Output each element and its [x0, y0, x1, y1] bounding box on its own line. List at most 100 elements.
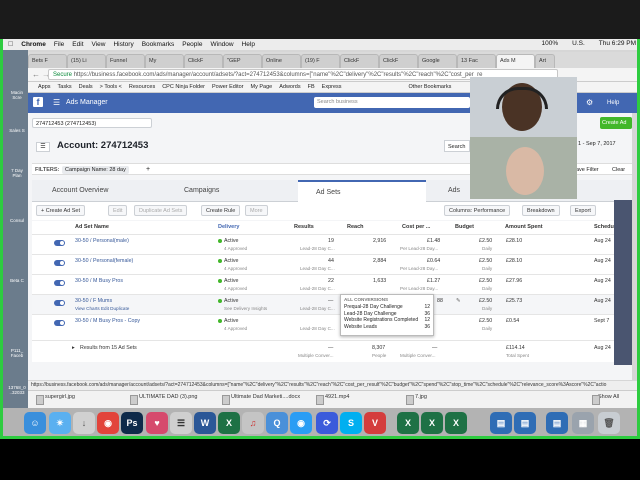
- safari-icon[interactable]: ✴: [49, 412, 71, 434]
- business-search-input[interactable]: Search business: [314, 97, 470, 108]
- lips-icon[interactable]: ♥: [146, 412, 168, 434]
- menu-icon[interactable]: ☰: [53, 98, 60, 107]
- browser-tab[interactable]: Funnel: [106, 54, 145, 68]
- browser-tab[interactable]: ClickF: [184, 54, 223, 68]
- download-item[interactable]: 4921.mp4: [316, 394, 349, 405]
- excel-file-icon[interactable]: X: [445, 412, 467, 434]
- ad-set-toggle[interactable]: [54, 260, 65, 266]
- app-icon[interactable]: V: [364, 412, 386, 434]
- col-header-schedule[interactable]: Schedu: [594, 224, 614, 230]
- delivery-insights-link[interactable]: See Delivery Insights: [224, 306, 267, 311]
- desktop-file[interactable]: Beta C: [8, 278, 26, 283]
- tab-ad-sets[interactable]: Ad Sets: [298, 180, 426, 202]
- apple-icon[interactable]: : [8, 41, 13, 48]
- word-icon[interactable]: W: [194, 412, 216, 434]
- ad-set-name[interactable]: 30-50 / F Mums: [75, 298, 112, 304]
- ad-set-name[interactable]: 30-50 / M Busy Pros - Copy: [75, 318, 140, 324]
- col-header-reach[interactable]: Reach: [347, 224, 364, 230]
- bookmark-item[interactable]: Express: [322, 84, 342, 90]
- col-header-cost-per-result[interactable]: Cost per ...: [402, 224, 430, 230]
- table-row[interactable]: 30-50 / Personal(male) Active 4 Approved…: [32, 234, 622, 254]
- add-filter-button[interactable]: +: [146, 166, 150, 173]
- menu-history[interactable]: History: [113, 41, 133, 48]
- menu-help[interactable]: Help: [242, 41, 255, 48]
- bookmark-item[interactable]: > Tools <: [100, 84, 122, 90]
- account-selector[interactable]: 274712453 (274712453): [32, 118, 152, 128]
- bookmark-item[interactable]: FB: [308, 84, 315, 90]
- help-link[interactable]: Help: [607, 100, 619, 106]
- clear-filter-button[interactable]: Clear: [612, 167, 625, 173]
- menu-chrome[interactable]: Chrome: [21, 41, 46, 48]
- download-item[interactable]: Ultimate Dad Marketi....docx: [222, 394, 300, 405]
- download-item[interactable]: supergirl.jpg: [36, 394, 75, 405]
- save-filter-button[interactable]: ave Filter: [576, 167, 599, 173]
- bookmark-item[interactable]: Resources: [129, 84, 155, 90]
- browser-tab-active[interactable]: Ads M: [496, 54, 535, 68]
- results-value[interactable]: —: [328, 298, 333, 304]
- col-header-budget[interactable]: Budget: [455, 224, 474, 230]
- columns-dropdown[interactable]: Columns: Performance: [444, 205, 511, 216]
- col-header-results[interactable]: Results: [294, 224, 314, 230]
- duplicate-ad-sets-button[interactable]: Duplicate Ad Sets: [134, 205, 188, 216]
- browser-tab[interactable]: ClickF: [379, 54, 418, 68]
- finder-icon[interactable]: ☺: [24, 412, 46, 434]
- bookmark-item[interactable]: Adwords: [279, 84, 300, 90]
- photoshop-icon[interactable]: Ps: [121, 412, 143, 434]
- bookmark-item[interactable]: My Page: [251, 84, 273, 90]
- ad-set-toggle[interactable]: [54, 300, 65, 306]
- filter-chip[interactable]: Campaign Name: 28 day: [62, 166, 129, 174]
- row-actions[interactable]: View Charts Edit Duplicate: [75, 306, 129, 311]
- desktop-file[interactable]: P111_ Faceb: [8, 348, 26, 358]
- ad-set-name[interactable]: 30-50 / M Busy Pros: [75, 278, 123, 284]
- folder-icon[interactable]: ▤: [546, 412, 568, 434]
- browser-tab[interactable]: Art: [535, 54, 555, 68]
- download-item[interactable]: 7.jpg: [406, 394, 427, 405]
- show-all-downloads[interactable]: Show All: [592, 394, 619, 405]
- table-row[interactable]: 30-50 / M Busy Pros - Copy Active 4 Appr…: [32, 314, 622, 334]
- browser-tab[interactable]: "GEP: [223, 54, 262, 68]
- create-rule-button[interactable]: Create Rule: [201, 205, 241, 216]
- create-ad-set-button[interactable]: + Create Ad Set: [36, 205, 85, 216]
- facebook-logo-icon[interactable]: f: [33, 97, 43, 107]
- ad-set-toggle[interactable]: [54, 320, 65, 326]
- settings-gear-icon[interactable]: ⚙: [586, 98, 593, 107]
- desktop-file[interactable]: Macin Scre: [8, 90, 26, 100]
- expand-icon[interactable]: ▸: [72, 345, 75, 351]
- export-button[interactable]: Export: [570, 205, 596, 216]
- desktop-file[interactable]: Sales S: [8, 128, 26, 133]
- table-row-hovered[interactable]: 30-50 / F Mums View Charts Edit Duplicat…: [32, 294, 622, 314]
- battery-status[interactable]: 100%: [542, 40, 559, 47]
- pencil-icon[interactable]: ✎: [456, 298, 460, 304]
- ad-set-name[interactable]: 30-50 / Personal(male): [75, 238, 129, 244]
- browser-tab[interactable]: ClickF: [340, 54, 379, 68]
- teamviewer-icon[interactable]: ⟳: [316, 412, 338, 434]
- bookmark-item[interactable]: CPC Ninja Folder: [162, 84, 205, 90]
- menu-edit[interactable]: Edit: [72, 41, 83, 48]
- desktop-file[interactable]: 7 Day Plan: [8, 168, 26, 178]
- breakdown-dropdown[interactable]: Breakdown: [522, 205, 560, 216]
- table-row[interactable]: 30-50 / Personal(female) Active 4 Approv…: [32, 254, 622, 274]
- bookmark-item[interactable]: Other Bookmarks: [409, 84, 452, 90]
- download-item[interactable]: ULTIMATE DAD (3).png: [130, 394, 197, 405]
- col-header-name[interactable]: Ad Set Name: [75, 224, 109, 230]
- menu-file[interactable]: File: [54, 41, 64, 48]
- downloads-icon[interactable]: ↓: [73, 412, 95, 434]
- folder-icon[interactable]: ▤: [490, 412, 512, 434]
- browser-tab[interactable]: Online: [262, 54, 301, 68]
- search-button[interactable]: Search: [444, 140, 470, 152]
- more-button[interactable]: More: [245, 205, 268, 216]
- menu-bookmarks[interactable]: Bookmarks: [142, 41, 175, 48]
- col-header-delivery[interactable]: Delivery: [218, 224, 239, 230]
- trash-icon[interactable]: 🗑: [598, 412, 620, 434]
- clock[interactable]: Thu 6:29 PM: [599, 40, 636, 47]
- browser-tab[interactable]: 13 Fac: [457, 54, 496, 68]
- excel-icon[interactable]: X: [218, 412, 240, 434]
- bookmark-item[interactable]: Apps: [38, 84, 51, 90]
- tab-campaigns[interactable]: Campaigns: [168, 180, 293, 202]
- date-range[interactable]: 1 - Sep 7, 2017: [578, 141, 616, 147]
- excel-file-icon[interactable]: X: [397, 412, 419, 434]
- account-menu-icon[interactable]: ☰: [36, 142, 50, 152]
- table-row[interactable]: 30-50 / M Busy Pros Active 4 Approved 22…: [32, 274, 622, 294]
- bookmark-item[interactable]: Tasks: [58, 84, 72, 90]
- quicktime-icon[interactable]: Q: [266, 412, 288, 434]
